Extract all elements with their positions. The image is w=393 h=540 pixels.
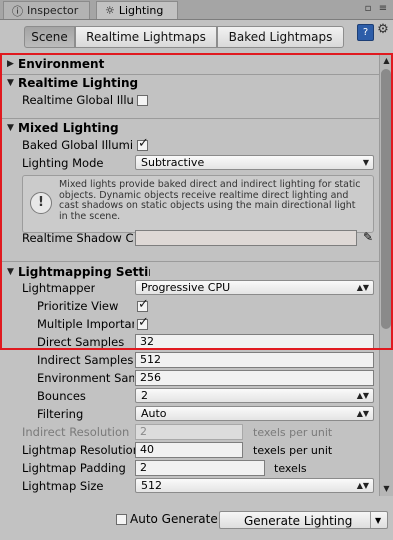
lightmap-size-dropdown[interactable]: 512 ▲▼ <box>135 478 374 493</box>
bounces-value: 2 <box>141 389 148 402</box>
menu-icon[interactable]: ≡ <box>377 3 389 15</box>
prioritize-view-checkbox[interactable]: ✓ <box>137 297 149 312</box>
baked-lightmaps-button[interactable]: Baked Lightmaps <box>217 26 344 48</box>
shadow-color-field[interactable] <box>135 230 357 246</box>
environment-header[interactable]: Environment <box>18 57 104 71</box>
lighting-icon: ☼ <box>105 4 115 17</box>
divider <box>0 118 379 119</box>
lighting-mode-value: Subtractive <box>141 156 205 169</box>
divider <box>0 74 379 75</box>
chevron-down-icon: ▲▼ <box>356 391 369 400</box>
prioritize-view-label: Prioritize View <box>37 299 119 313</box>
direct-samples-field[interactable]: 32 <box>135 334 374 350</box>
lightmap-resolution-unit: texels per unit <box>253 444 333 457</box>
foldout-collapsed-icon[interactable]: ▶ <box>7 59 14 69</box>
environment-samples-field[interactable]: 256 <box>135 370 374 386</box>
indirect-resolution-label: Indirect Resolution <box>22 425 130 439</box>
baked-gi-checkbox[interactable]: ✓ <box>137 136 149 151</box>
indirect-resolution-field: 2 <box>135 424 243 440</box>
environment-samples-label: Environment Sam <box>37 371 134 385</box>
lightmap-resolution-label: Lightmap Resolution <box>22 443 140 457</box>
multiple-importance-checkbox[interactable]: ✓ <box>137 315 149 330</box>
lightmapper-value: Progressive CPU <box>141 281 231 294</box>
chevron-down-icon: ▲▼ <box>356 481 369 490</box>
tab-inspector[interactable]: ⓘ Inspector <box>3 1 90 19</box>
realtime-gi-checkbox[interactable] <box>137 95 148 106</box>
lightmapping-settings-header[interactable]: Lightmapping Settin <box>18 265 150 279</box>
lightmap-size-value: 512 <box>141 479 162 492</box>
checkmark-icon: ✓ <box>138 297 149 312</box>
chevron-down-icon: ▲▼ <box>356 283 369 292</box>
scroll-up-icon[interactable]: ▲ <box>380 56 393 65</box>
bounces-dropdown[interactable]: 2 ▲▼ <box>135 388 374 403</box>
lightmapper-dropdown[interactable]: Progressive CPU ▲▼ <box>135 280 374 295</box>
help-icon[interactable]: ? <box>357 24 374 41</box>
tab-lighting-label: Lighting <box>118 4 164 17</box>
info-icon: ! <box>30 192 52 214</box>
filtering-value: Auto <box>141 407 167 420</box>
eyedropper-icon[interactable]: ✎ <box>361 229 375 245</box>
tab-lighting[interactable]: ☼ Lighting <box>96 1 178 19</box>
realtime-lightmaps-button[interactable]: Realtime Lightmaps <box>75 26 217 48</box>
realtime-gi-label: Realtime Global Illu <box>22 93 134 107</box>
lightmap-padding-unit: texels <box>274 462 307 475</box>
checkmark-icon: ✓ <box>138 315 149 330</box>
divider <box>0 261 379 262</box>
chevron-down-icon[interactable]: ▼ <box>375 513 381 529</box>
foldout-expanded-icon[interactable]: ▼ <box>7 78 14 88</box>
indirect-samples-field[interactable]: 512 <box>135 352 374 368</box>
mixed-lighting-header[interactable]: Mixed Lighting <box>18 121 119 135</box>
lightmapper-label: Lightmapper <box>22 281 96 295</box>
auto-generate-checkbox[interactable] <box>116 514 127 525</box>
lighting-mode-label: Lighting Mode <box>22 156 104 170</box>
chevron-down-icon: ▲▼ <box>356 409 369 418</box>
filtering-label: Filtering <box>37 407 84 421</box>
scene-button[interactable]: Scene <box>24 26 75 48</box>
foldout-expanded-icon[interactable]: ▼ <box>7 267 14 277</box>
lightmap-padding-field[interactable]: 2 <box>135 460 265 476</box>
generate-lighting-button[interactable]: Generate Lighting ▼ <box>219 511 388 529</box>
info-box: ! Mixed lights provide baked direct and … <box>22 175 374 233</box>
indirect-resolution-unit: texels per unit <box>253 426 333 439</box>
auto-generate-label: Auto Generate <box>130 512 218 526</box>
scrollbar-thumb[interactable] <box>381 69 391 329</box>
scroll-down-icon[interactable]: ▼ <box>380 484 393 493</box>
generate-lighting-label: Generate Lighting <box>244 514 353 528</box>
bounces-label: Bounces <box>37 389 86 403</box>
direct-samples-label: Direct Samples <box>37 335 125 349</box>
lighting-settings-panel: ▶ Environment ▼ Realtime Lighting Realti… <box>0 54 379 506</box>
lightmap-padding-label: Lightmap Padding <box>22 461 126 475</box>
divider <box>370 512 371 528</box>
lighting-mode-dropdown[interactable]: Subtractive ▼ <box>135 155 374 170</box>
lock-icon[interactable]: ▫ <box>362 3 374 15</box>
multiple-importance-label: Multiple Importan <box>37 317 134 331</box>
info-text: Mixed lights provide baked direct and in… <box>59 179 361 222</box>
lightmap-size-label: Lightmap Size <box>22 479 104 493</box>
gear-icon[interactable]: ⚙ <box>376 23 390 37</box>
baked-gi-label: Baked Global Illumi <box>22 138 134 152</box>
shadow-color-label: Realtime Shadow C <box>22 231 133 245</box>
tab-inspector-label: Inspector <box>27 4 79 17</box>
filtering-dropdown[interactable]: Auto ▲▼ <box>135 406 374 421</box>
checkmark-icon: ✓ <box>138 136 149 151</box>
inspector-icon: ⓘ <box>12 4 23 18</box>
realtime-lighting-header[interactable]: Realtime Lighting <box>18 76 138 90</box>
foldout-expanded-icon[interactable]: ▼ <box>7 123 14 133</box>
indirect-samples-label: Indirect Samples <box>37 353 134 367</box>
lightmap-resolution-field[interactable]: 40 <box>135 442 243 458</box>
chevron-down-icon: ▼ <box>362 158 369 167</box>
